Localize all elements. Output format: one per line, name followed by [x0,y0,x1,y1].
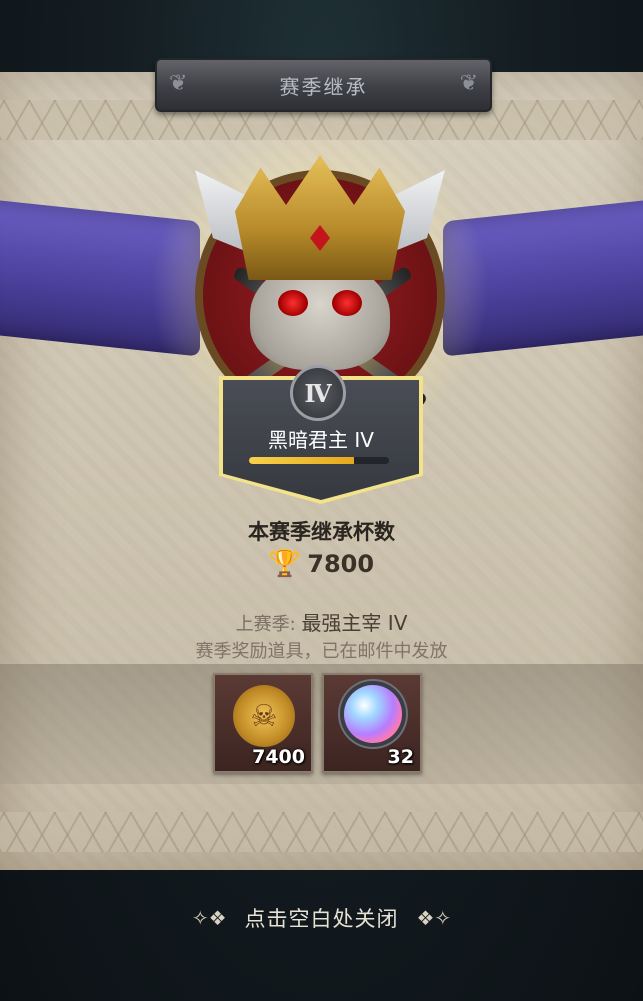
skull-eye [278,290,308,316]
ornament-right-icon: ❖✧ [416,906,452,930]
reward-item-orb-gem[interactable]: 32 [322,673,422,773]
reward-item-skull-coin[interactable]: ☠ 7400 [213,673,313,773]
rank-tier-numeral: Ⅳ [290,365,346,421]
trophy-count: 🏆 7800 [0,549,643,579]
close-hint-text: 点击空白处关闭 [244,907,399,931]
ornament-left-icon: ✧❖ [191,906,227,930]
ornament-border-bottom [0,812,643,852]
last-season-rank: 上赛季: 最强主宰 IV [0,607,643,636]
crown-icon [235,155,405,280]
skull-coin-icon: ☠ [233,685,295,747]
title-plate: ❦ 赛季继承 ❦ [155,58,492,112]
orb-gem-icon [344,685,402,743]
reward-count: 7400 [252,746,305,768]
trophy-icon: 🏆 [268,549,302,579]
rank-progress-bar [249,457,389,464]
close-backdrop[interactable]: ❦ 赛季继承 ❦ Ⅳ 黑暗君主 IV 本赛季继承杯数 🏆 7800 上赛季: 最… [0,0,643,1001]
reward-note: 赛季奖励道具，已在邮件中发放 [195,641,448,662]
dialog-title: 赛季继承 [279,74,368,99]
rank-name: 黑暗君主 IV [268,428,374,452]
reward-count: 32 [387,746,414,768]
last-season-value: 最强主宰 IV [301,611,408,635]
inherit-trophy-label: 本赛季继承杯数 [248,520,395,544]
scroll-ornament-icon: ❦ [169,71,188,96]
close-hint[interactable]: ✧❖ 点击空白处关闭 ❖✧ [0,903,643,933]
rank-progress-fill [249,457,354,464]
scroll-ornament-icon: ❦ [459,71,478,96]
skull-eye [332,290,362,316]
trophy-value: 7800 [307,550,375,578]
last-season-label: 上赛季: [235,614,296,635]
